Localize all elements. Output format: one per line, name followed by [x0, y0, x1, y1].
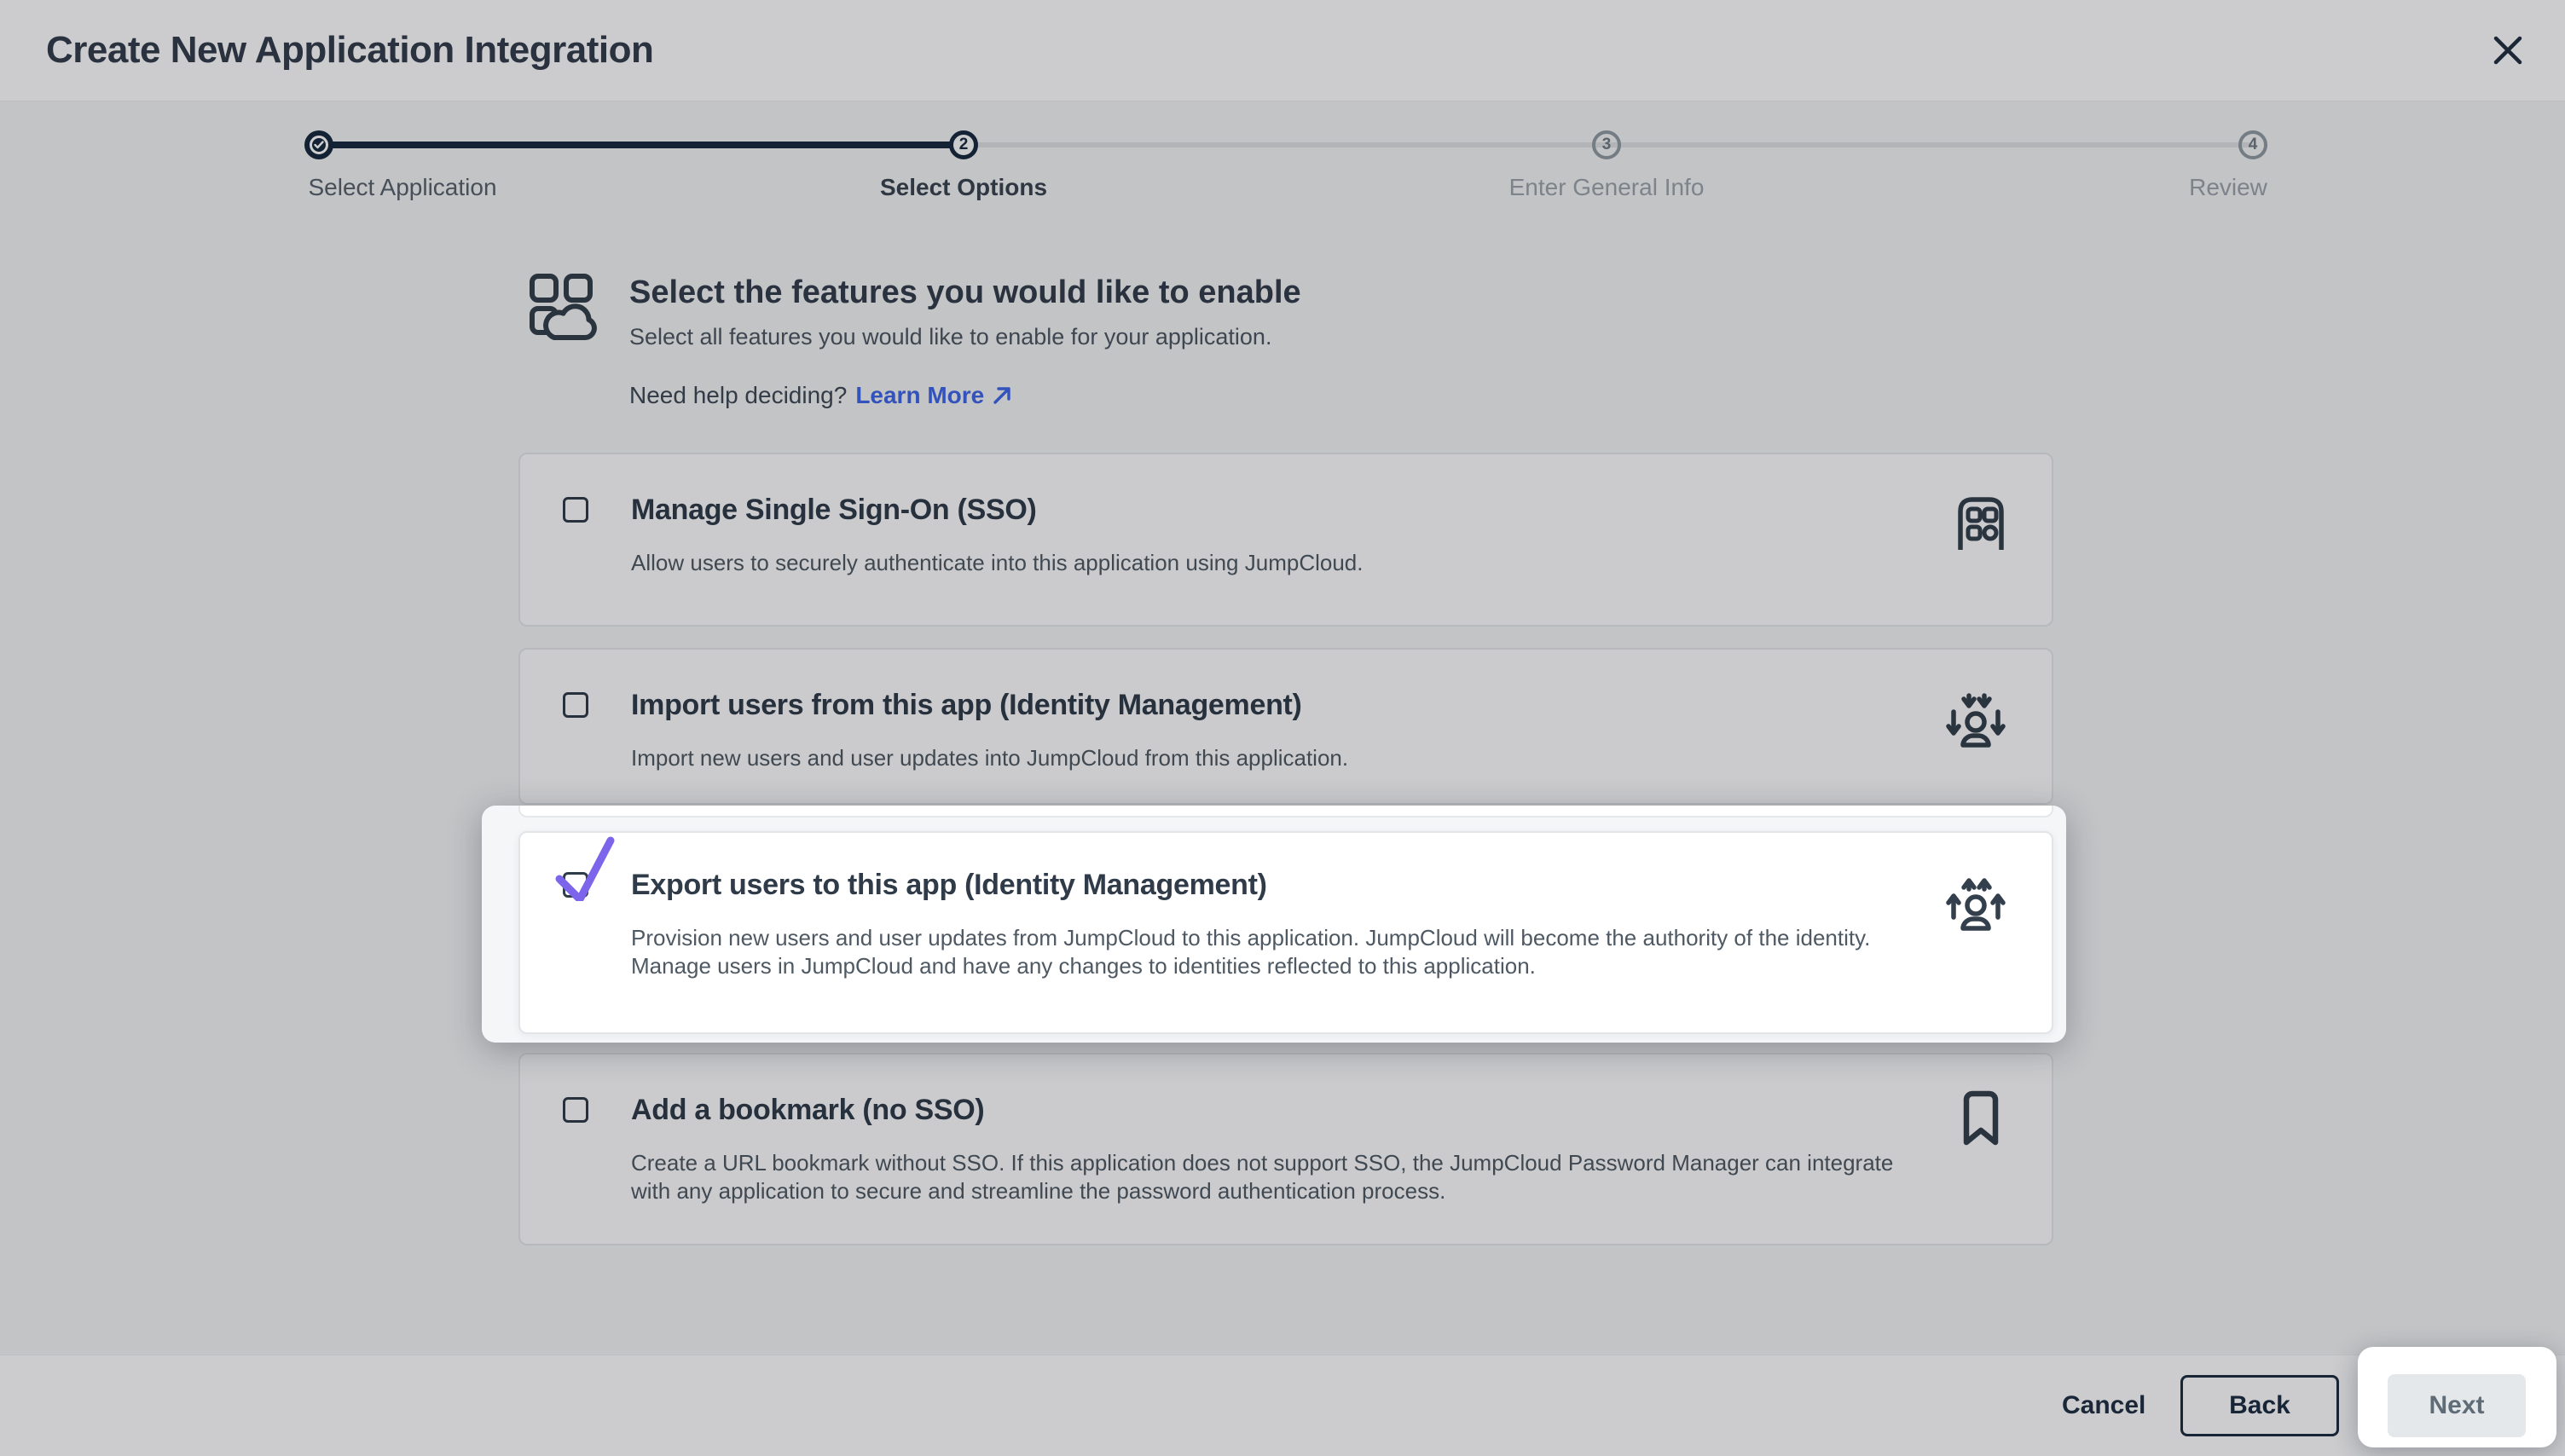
feature-card-description: Provision new users and user updates fro… — [631, 924, 1936, 980]
create-application-dialog: Create New Application Integration 2 3 4… — [0, 0, 2565, 1456]
previous-card-edge — [518, 806, 2053, 818]
export-users-icon — [1946, 874, 2006, 932]
export-users-checkbox[interactable] — [563, 872, 588, 898]
tour-spotlight-export-card: Export users to this app (Identity Manag… — [482, 806, 2066, 1043]
feature-card-export-users[interactable]: Export users to this app (Identity Manag… — [518, 831, 2053, 1034]
feature-card-title: Export users to this app (Identity Manag… — [631, 869, 1267, 902]
tour-spotlight-next: Next — [2358, 1347, 2556, 1447]
tour-dim-overlay — [0, 0, 2565, 1456]
next-button[interactable]: Next — [2388, 1374, 2526, 1437]
